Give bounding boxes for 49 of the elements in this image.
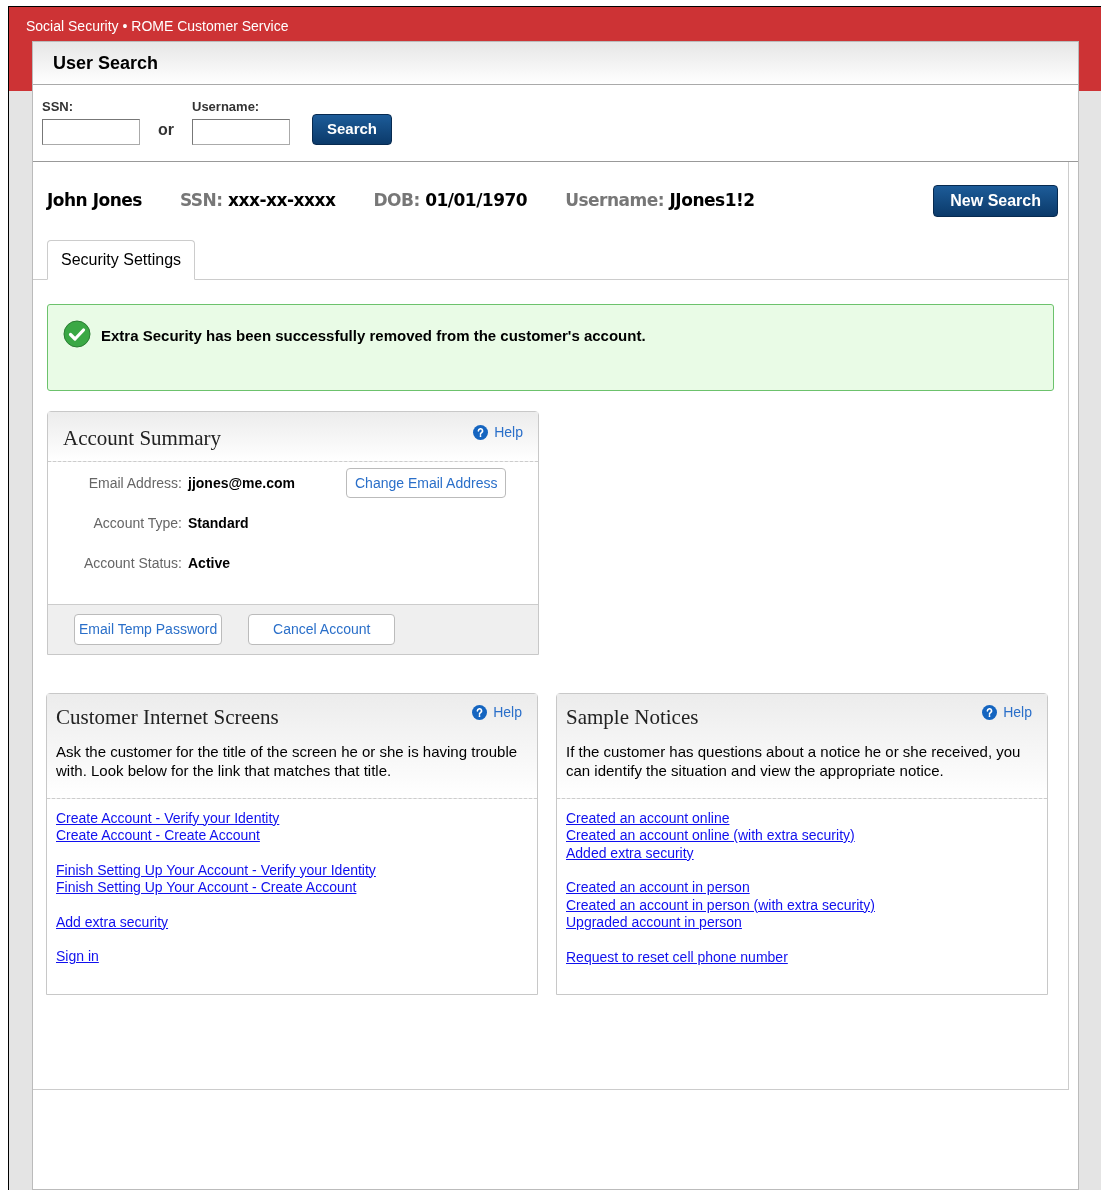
new-search-button[interactable]: New Search xyxy=(933,185,1058,217)
change-email-button[interactable]: Change Email Address xyxy=(346,468,507,498)
search-button[interactable]: Search xyxy=(312,114,393,145)
panel-title: User Search xyxy=(53,51,159,75)
help-icon xyxy=(472,705,488,720)
card-title: Account Summary xyxy=(63,425,222,452)
field-label: Account Type: xyxy=(92,513,183,533)
notice-link[interactable]: Finish Setting Up Your Account - Verify your Identity xyxy=(56,861,376,879)
account-action-button[interactable]: Email Temp Password xyxy=(74,614,223,645)
notice-link[interactable]: Created an account online xyxy=(566,809,730,827)
field-label: SSN: xyxy=(42,97,75,116)
app-title: Social Security • ROME Customer Service xyxy=(26,18,289,34)
notice-link[interactable]: Created an account in person xyxy=(566,879,750,897)
customer-fact: Username: JJones1!2 xyxy=(565,189,755,213)
customer-fact: SSN: xxx-xx-xxxx xyxy=(179,189,336,213)
panel-description: If the customer has questions about a notice he or she received, you can identify the situation and view the appropriate notice. xyxy=(566,741,1022,780)
search-field[interactable] xyxy=(42,119,140,145)
field-value: Standard xyxy=(188,513,250,533)
panel-description: Ask the customer for the title of the screen he or she is having trouble with. Look below for the link that matches that title. xyxy=(56,741,519,780)
field-label: Account Status: xyxy=(82,553,183,573)
tab[interactable]: Security Settings xyxy=(47,240,196,280)
field-label: Username: xyxy=(192,97,261,116)
account-action-button[interactable]: Cancel Account xyxy=(248,614,396,645)
notice-link[interactable]: Create Account - Verify your Identity xyxy=(56,809,280,827)
notice-link[interactable]: Added extra security xyxy=(566,844,694,862)
notice-link[interactable]: Request to reset cell phone number xyxy=(566,948,788,966)
help-link[interactable]: Help xyxy=(472,702,522,723)
notice-link[interactable]: Upgraded account in person xyxy=(566,914,742,932)
notice-link[interactable]: Created an account online (with extra security) xyxy=(566,827,855,845)
success-check-icon xyxy=(63,320,91,348)
customer-fact: DOB: 01/01/1970 xyxy=(373,189,528,213)
card-title: Sample Notices xyxy=(566,704,699,731)
help-icon xyxy=(982,705,998,720)
card-title: Customer Internet Screens xyxy=(56,704,279,731)
notice-link[interactable]: Finish Setting Up Your Account - Create Account xyxy=(56,879,357,897)
customer-name: John Jones xyxy=(47,189,142,213)
field-value: jjones@me.com xyxy=(188,473,297,493)
notice-link[interactable]: Add extra security xyxy=(56,913,169,931)
field-label: Email Address: xyxy=(87,473,183,493)
or-separator: or xyxy=(158,120,174,140)
search-field[interactable] xyxy=(192,119,290,145)
field-value: Active xyxy=(188,553,232,573)
notice-link[interactable]: Sign in xyxy=(56,948,99,966)
notice-link[interactable]: Created an account in person (with extra security) xyxy=(566,896,875,914)
help-link[interactable]: Help xyxy=(982,702,1032,723)
alert-message: Extra Security has been successfully removed from the customer's account. xyxy=(101,326,646,346)
help-link[interactable]: Help xyxy=(473,422,523,443)
notice-link[interactable]: Create Account - Create Account xyxy=(56,827,260,845)
help-icon xyxy=(473,425,489,440)
